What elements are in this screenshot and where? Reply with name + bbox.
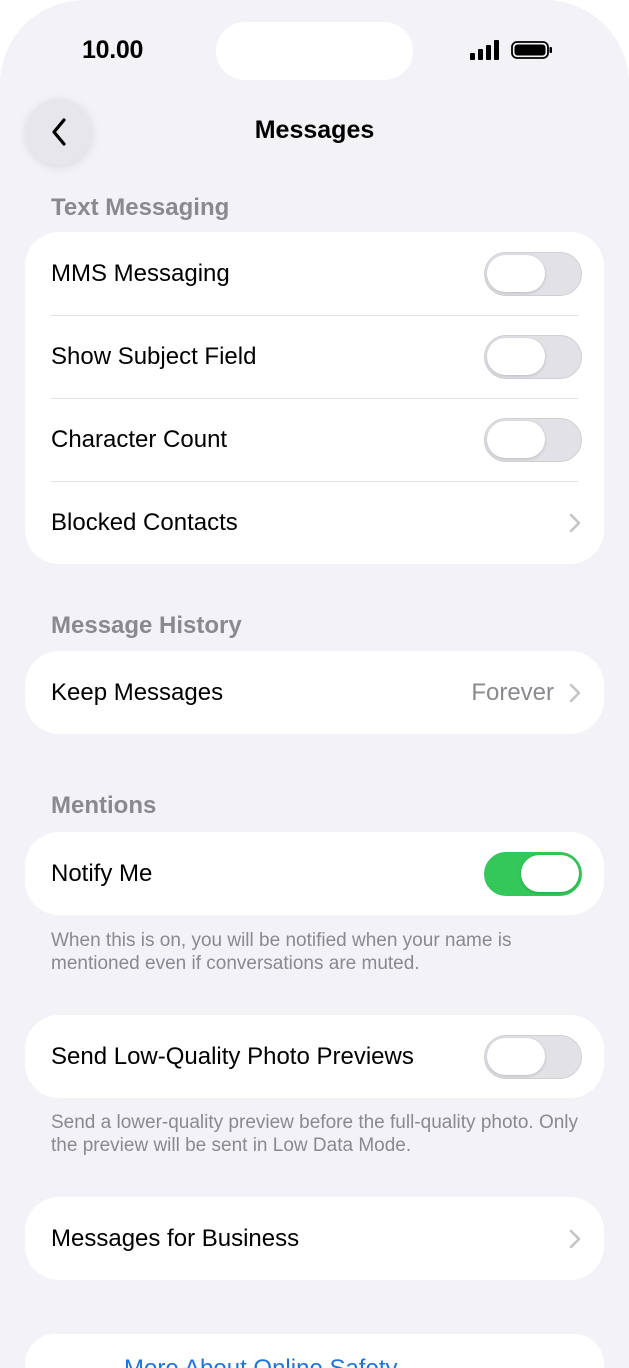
character-count-row: Character Count xyxy=(25,398,604,481)
mms-messaging-toggle[interactable] xyxy=(484,251,582,296)
notify-me-label: Notify Me xyxy=(51,859,153,887)
low-quality-previews-toggle[interactable] xyxy=(484,1034,582,1079)
mms-messaging-label: MMS Messaging xyxy=(51,259,230,287)
status-time: 10.00 xyxy=(82,36,144,64)
character-count-label: Character Count xyxy=(51,425,228,453)
show-subject-field-label: Show Subject Field xyxy=(51,342,257,370)
low-quality-footer-text: Send a lower-quality preview before the … xyxy=(51,1112,579,1156)
mentions-group: Notify Me xyxy=(25,832,604,915)
show-subject-field-toggle[interactable] xyxy=(484,334,582,379)
toggle-knob xyxy=(487,420,545,458)
mentions-footer-text: When this is on, you will be notified wh… xyxy=(51,930,512,974)
section-header-mentions: Mentions xyxy=(51,792,157,819)
messages-for-business-label: Messages for Business xyxy=(51,1224,300,1252)
notify-me-toggle[interactable] xyxy=(484,851,582,896)
low-quality-group: Send Low-Quality Photo Previews xyxy=(25,1015,604,1098)
notify-me-row: Notify Me xyxy=(25,832,604,915)
toggle-knob xyxy=(487,337,545,375)
cellular-signal-icon xyxy=(470,40,499,60)
chevron-right-icon xyxy=(569,683,581,702)
message-history-group: Keep Messages Forever xyxy=(25,651,604,734)
toggle-knob xyxy=(521,854,579,892)
messages-for-business-row[interactable]: Messages for Business xyxy=(25,1197,604,1280)
character-count-toggle[interactable] xyxy=(484,417,582,462)
phone-screen: 10.00 Messages Text Messaging MMS Messag… xyxy=(0,0,629,1368)
keep-messages-value: Forever xyxy=(471,678,554,706)
section-header-message-history: Message History xyxy=(51,612,242,639)
chevron-right-icon xyxy=(569,513,581,532)
online-safety-link[interactable]: More About Online Safety xyxy=(124,1355,398,1368)
toggle-knob xyxy=(487,254,545,292)
blocked-contacts-row[interactable]: Blocked Contacts xyxy=(25,481,604,564)
keep-messages-label: Keep Messages xyxy=(51,678,224,706)
keep-messages-row[interactable]: Keep Messages Forever xyxy=(25,651,604,734)
section-header-text-messaging: Text Messaging xyxy=(51,194,230,221)
dynamic-island xyxy=(216,22,413,80)
battery-icon xyxy=(511,41,552,59)
low-quality-previews-label: Send Low-Quality Photo Previews xyxy=(51,1042,414,1070)
text-messaging-group: MMS Messaging Show Subject Field Charact… xyxy=(25,232,604,564)
low-quality-previews-row: Send Low-Quality Photo Previews xyxy=(25,1015,604,1098)
mms-messaging-row: MMS Messaging xyxy=(25,232,604,315)
blocked-contacts-label: Blocked Contacts xyxy=(51,508,238,536)
show-subject-field-row: Show Subject Field xyxy=(25,315,604,398)
page-title: Messages xyxy=(254,116,375,144)
toggle-knob xyxy=(487,1037,545,1075)
chevron-right-icon xyxy=(569,1229,581,1248)
business-group: Messages for Business xyxy=(25,1197,604,1280)
